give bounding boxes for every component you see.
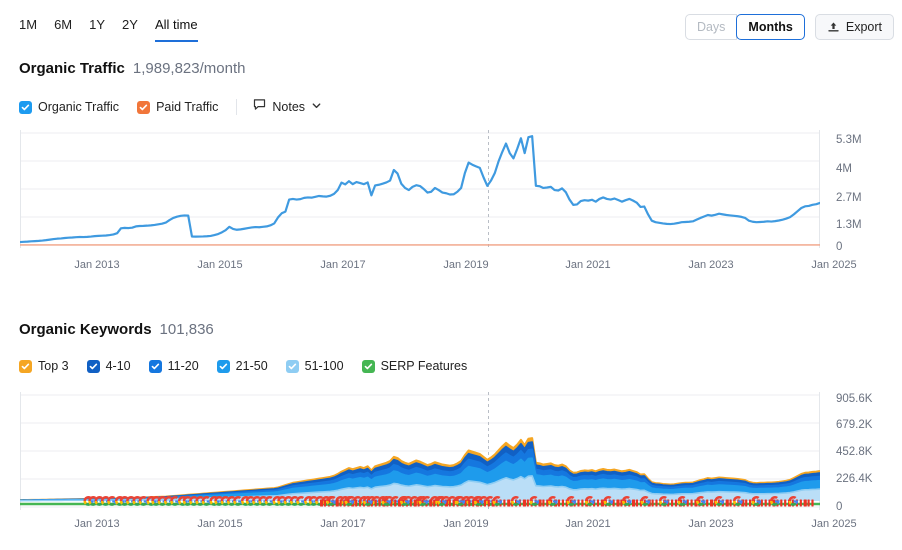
legend-divider <box>236 99 238 115</box>
organic-keywords-value: 101,836 <box>159 321 214 338</box>
organic-keywords-chart[interactable] <box>20 392 820 510</box>
x-tick-label: Jan 2013 <box>74 518 120 530</box>
legend-label-serp-features: SERP Features <box>380 359 468 373</box>
legend-label-21-50: 21-50 <box>235 359 268 373</box>
x-tick-label: Jan 2021 <box>565 259 611 271</box>
export-button[interactable]: Export <box>814 14 894 40</box>
checkbox-11-20[interactable] <box>148 359 162 373</box>
notes-button[interactable]: Notes <box>253 98 322 116</box>
range-tab-2y[interactable]: 2Y <box>122 17 138 42</box>
checkbox-21-50[interactable] <box>216 359 230 373</box>
range-tab-6m[interactable]: 6M <box>54 17 72 42</box>
range-tab-1y[interactable]: 1Y <box>89 17 105 42</box>
granularity-toggle: Days Months <box>684 14 805 40</box>
x-tick-label: Jan 2017 <box>320 518 366 530</box>
y-tick-label: 4M <box>836 163 852 175</box>
date-range-tabs: 1M 6M 1Y 2Y All time <box>19 17 198 42</box>
y-tick-label: 1.3M <box>836 219 862 231</box>
y-tick-label: 226.4K <box>836 473 873 485</box>
x-tick-label: Jan 2013 <box>74 259 120 271</box>
notes-label: Notes <box>272 100 306 114</box>
checkbox-organic-traffic[interactable] <box>19 100 32 114</box>
legend-item-top-3[interactable]: Top 3 <box>19 359 69 373</box>
toolbar-right: Days Months Export <box>684 14 894 40</box>
legend-label-4-10: 4-10 <box>105 359 131 373</box>
legend-item-organic-traffic[interactable]: Organic Traffic <box>19 100 119 114</box>
legend-label-top-3: Top 3 <box>38 359 69 373</box>
legend-label-11-20: 11-20 <box>167 359 199 373</box>
note-icon <box>253 98 266 116</box>
checkbox-51-100[interactable] <box>285 359 299 373</box>
x-tick-label: Jan 2019 <box>443 518 489 530</box>
organic-keywords-header: Organic Keywords 101,836 <box>19 321 214 338</box>
legend-label-51-100: 51-100 <box>304 359 344 373</box>
granularity-days-button[interactable]: Days <box>684 14 738 40</box>
x-tick-label: Jan 2025 <box>811 259 857 271</box>
legend-item-paid-traffic[interactable]: Paid Traffic <box>137 100 218 114</box>
range-tab-all-time[interactable]: All time <box>154 17 198 42</box>
seo-analytics-page: 1M 6M 1Y 2Y All time Days Months Export <box>0 0 902 550</box>
organic-traffic-header: Organic Traffic 1,989,823/month <box>19 60 245 77</box>
y-tick-label: 452.8K <box>836 446 873 458</box>
x-tick-label: Jan 2021 <box>565 518 611 530</box>
legend-item-4-10[interactable]: 4-10 <box>86 359 131 373</box>
x-tick-label: Jan 2025 <box>811 518 857 530</box>
checkbox-paid-traffic[interactable] <box>137 100 151 114</box>
organic-keywords-x-axis: Jan 2013 Jan 2015 Jan 2017 Jan 2019 Jan … <box>0 518 902 534</box>
legend-label-organic-traffic: Organic Traffic <box>38 100 120 114</box>
legend-item-serp-features[interactable]: SERP Features <box>361 359 468 373</box>
legend-label-paid-traffic: Paid Traffic <box>156 100 219 114</box>
organic-traffic-y-axis: 5.3M 4M 2.7M 1.3M 0 <box>836 130 896 253</box>
checkbox-4-10[interactable] <box>86 359 100 373</box>
legend-item-51-100[interactable]: 51-100 <box>285 359 344 373</box>
granularity-months-button[interactable]: Months <box>736 14 805 40</box>
organic-keywords-y-axis: 905.6K 679.2K 452.8K 226.4K 0 <box>836 392 900 513</box>
organic-traffic-title: Organic Traffic <box>19 60 125 77</box>
toolbar: 1M 6M 1Y 2Y All time Days Months Export <box>0 0 902 46</box>
y-tick-label: 0 <box>836 501 843 513</box>
chevron-down-icon <box>311 98 322 116</box>
legend-item-21-50[interactable]: 21-50 <box>216 359 268 373</box>
x-tick-label: Jan 2023 <box>688 518 734 530</box>
organic-keywords-legend: Top 3 4-10 11-20 21-50 51-100 SERP Featu… <box>19 359 485 373</box>
y-tick-label: 2.7M <box>836 192 862 204</box>
y-tick-label: 5.3M <box>836 134 862 146</box>
x-tick-label: Jan 2023 <box>688 259 734 271</box>
export-icon <box>827 21 840 34</box>
x-tick-label: Jan 2017 <box>320 259 366 271</box>
y-tick-label: 905.6K <box>836 393 873 405</box>
x-tick-label: Jan 2015 <box>197 518 243 530</box>
checkbox-serp-features[interactable] <box>361 359 375 373</box>
organic-traffic-chart[interactable] <box>20 130 820 248</box>
x-tick-label: Jan 2019 <box>443 259 489 271</box>
y-tick-label: 679.2K <box>836 419 873 431</box>
y-tick-label: 0 <box>836 241 843 253</box>
checkbox-top-3[interactable] <box>19 359 32 373</box>
organic-traffic-value: 1,989,823/month <box>132 60 246 77</box>
export-label: Export <box>845 20 882 34</box>
range-tab-1m[interactable]: 1M <box>19 17 37 42</box>
legend-item-11-20[interactable]: 11-20 <box>148 359 199 373</box>
organic-traffic-x-axis: Jan 2013 Jan 2015 Jan 2017 Jan 2019 Jan … <box>0 259 902 275</box>
organic-keywords-title: Organic Keywords <box>19 321 152 338</box>
x-tick-label: Jan 2015 <box>197 259 243 271</box>
organic-traffic-legend: Organic Traffic Paid Traffic Notes <box>19 98 322 116</box>
